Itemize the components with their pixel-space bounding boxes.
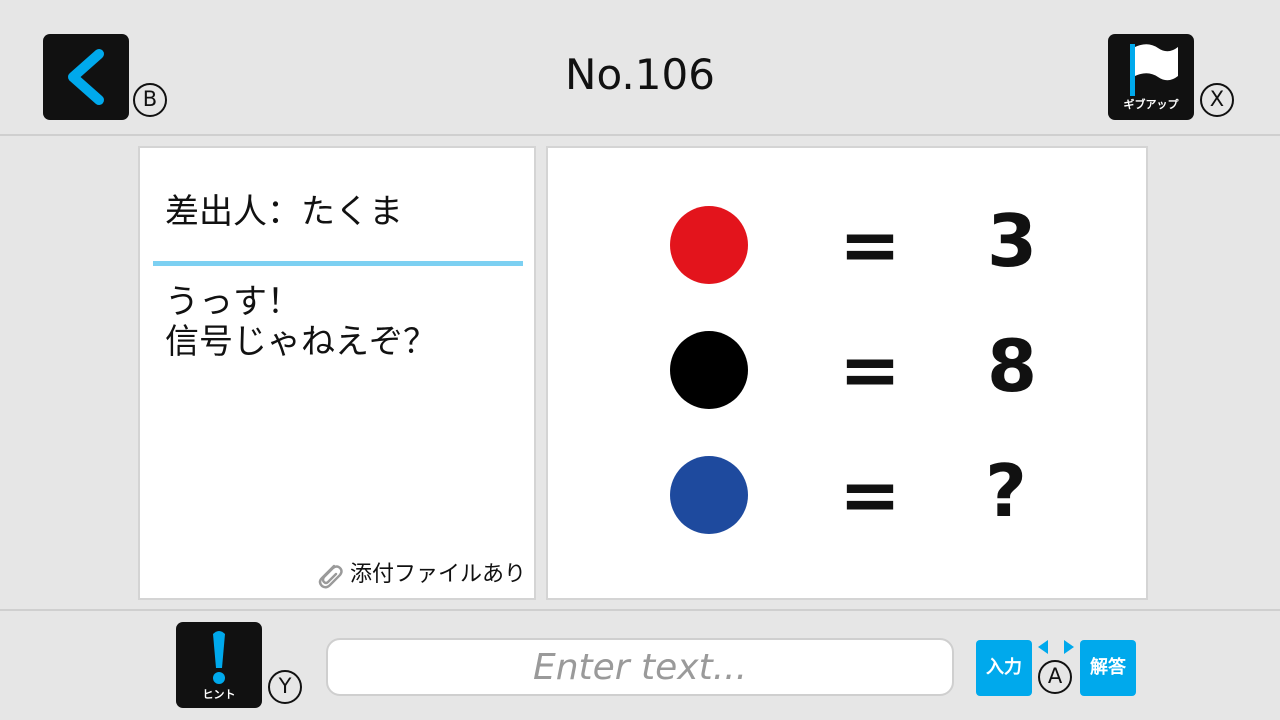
puzzle-panel: = 3 = 8 = ?	[546, 146, 1148, 600]
attachment-label: 添付ファイルあり	[349, 562, 526, 587]
chevron-left-icon	[68, 49, 104, 105]
page-title: No.106	[565, 50, 715, 99]
toggle-shortcut-badge: A	[1038, 660, 1072, 694]
left-right-arrows-icon	[1038, 640, 1074, 654]
header-divider	[0, 134, 1280, 136]
equals-sign: =	[838, 202, 901, 288]
flag-icon	[1130, 44, 1178, 96]
hint-label: ヒント	[202, 688, 236, 701]
value-label: 8	[986, 324, 1038, 408]
message-line: 信号じゃねえぞ？	[165, 322, 437, 362]
giveup-label: ギブアップ	[1123, 98, 1179, 111]
paperclip-icon	[318, 564, 343, 589]
giveup-button[interactable]: ギブアップ	[1108, 34, 1194, 120]
answer-mode-button[interactable]: 解答	[1080, 640, 1136, 696]
blue-circle	[670, 456, 748, 534]
message-panel: 差出人：たくま うっす！ 信号じゃねえぞ？ 添付ファイルあり	[138, 146, 536, 600]
black-circle	[670, 331, 748, 409]
attachment-indicator[interactable]: 添付ファイルあり	[314, 560, 526, 590]
exclamation-icon	[213, 631, 225, 684]
input-mode-button[interactable]: 入力	[976, 640, 1032, 696]
sender-label: 差出人：たくま	[165, 192, 403, 232]
separator-line	[153, 261, 523, 266]
value-label: 3	[986, 199, 1038, 283]
message-text: うっす！ 信号じゃねえぞ？	[165, 282, 437, 362]
hint-button[interactable]: ヒント	[176, 622, 262, 708]
equals-sign: =	[838, 327, 901, 413]
red-circle	[670, 206, 748, 284]
back-shortcut-badge: B	[133, 83, 167, 117]
answer-input[interactable]	[326, 638, 954, 696]
back-button[interactable]	[43, 34, 129, 120]
equals-sign: =	[838, 452, 901, 538]
hint-shortcut-badge: Y	[268, 670, 302, 704]
message-line: うっす！	[165, 282, 301, 322]
footer-divider	[0, 609, 1280, 611]
question-mark-label: ?	[985, 449, 1027, 533]
giveup-shortcut-badge: X	[1200, 83, 1234, 117]
